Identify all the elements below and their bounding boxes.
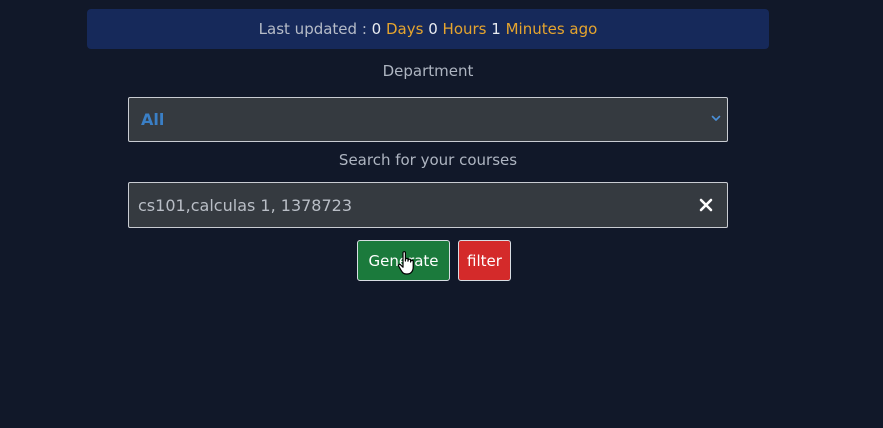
course-search-value: cs101,calculas 1, 1378723 xyxy=(138,195,353,215)
hours-label: Hours xyxy=(442,20,487,38)
search-label: Search for your courses xyxy=(338,151,518,169)
close-icon[interactable] xyxy=(699,198,713,212)
days-value: 0 xyxy=(371,20,382,38)
last-updated-banner: Last updated : 0 Days 0 Hours 1 Minutes … xyxy=(87,9,769,49)
minutes-label: Minutes ago xyxy=(505,20,598,38)
department-selected-value: All xyxy=(141,110,165,129)
last-updated-prefix: Last updated : xyxy=(258,20,367,38)
days-label: Days xyxy=(386,20,424,38)
department-select[interactable]: All xyxy=(128,97,728,142)
department-label: Department xyxy=(382,62,474,80)
filter-button[interactable]: filter xyxy=(458,240,511,281)
hand-pointer-icon xyxy=(397,251,414,275)
minutes-value: 1 xyxy=(491,20,501,38)
chevron-down-icon xyxy=(711,115,721,121)
hours-value: 0 xyxy=(428,20,438,38)
course-search-input[interactable]: cs101,calculas 1, 1378723 xyxy=(128,182,728,228)
